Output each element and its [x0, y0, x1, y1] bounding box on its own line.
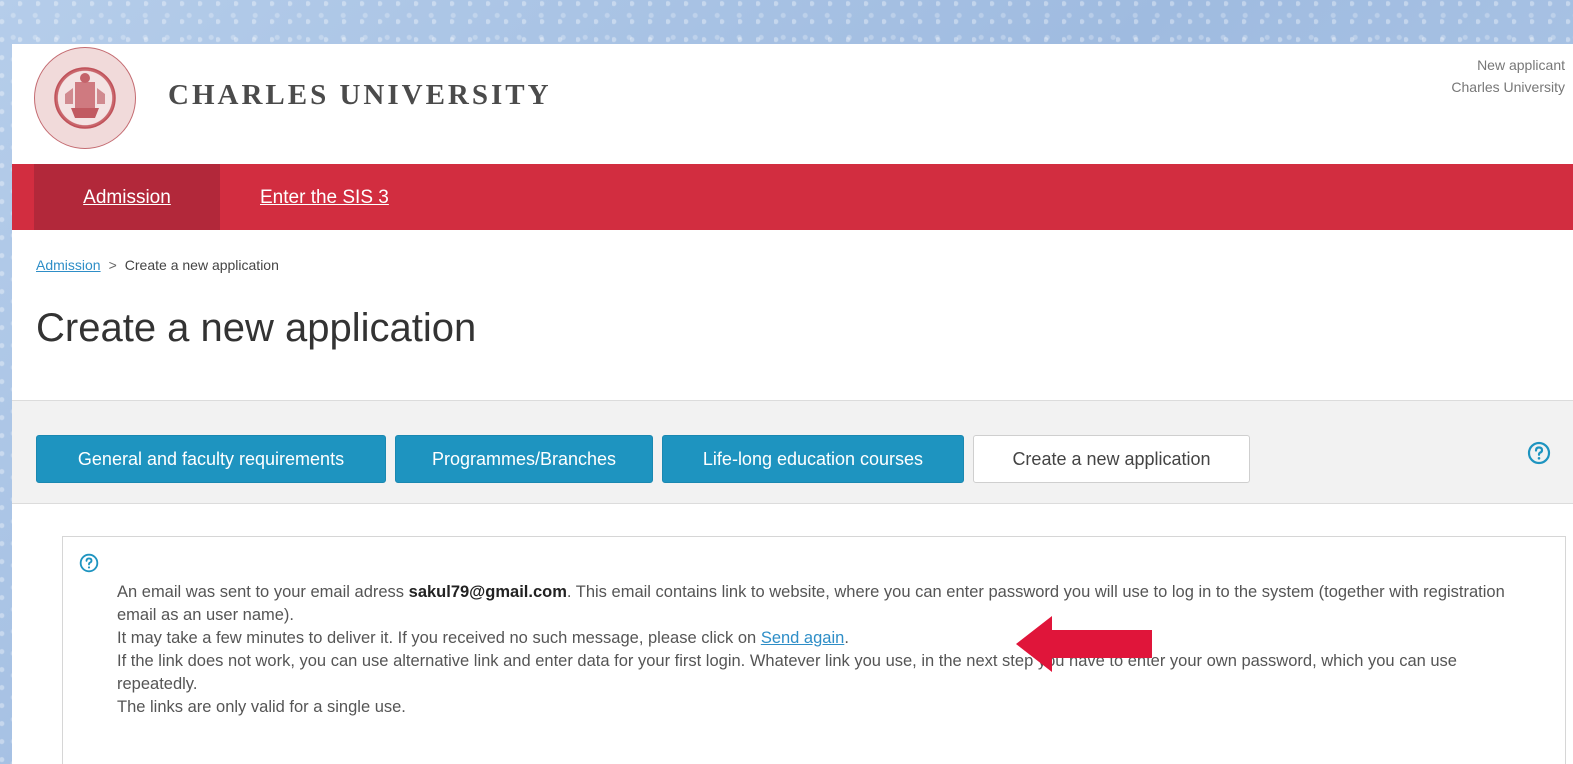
tab-programmes-branches[interactable]: Programmes/Branches: [395, 435, 653, 483]
info-message-box: An email was sent to your email adress s…: [62, 536, 1566, 764]
tab-create-application[interactable]: Create a new application: [973, 435, 1250, 483]
page-container: CHARLES UNIVERSITY New applicant Charles…: [12, 44, 1573, 764]
breadcrumb-admission-link[interactable]: Admission: [36, 257, 101, 273]
tab-life-long-education[interactable]: Life-long education courses: [662, 435, 964, 483]
tab-band: General and faculty requirements Program…: [12, 400, 1573, 504]
email-address: sakul79@gmail.com: [408, 583, 567, 601]
info-line-4: The links are only valid for a single us…: [117, 698, 406, 716]
university-name: CHARLES UNIVERSITY: [168, 79, 552, 111]
info-line-1: An email was sent to your email adress s…: [117, 581, 1537, 627]
info-message-text: An email was sent to your email adress s…: [117, 581, 1537, 719]
nav-item-admission[interactable]: Admission: [34, 164, 220, 230]
send-again-link[interactable]: Send again: [761, 629, 845, 647]
page-title: Create a new application: [36, 306, 477, 350]
breadcrumb-separator: >: [108, 257, 117, 273]
university-seal-icon[interactable]: [34, 47, 136, 149]
user-organization: Charles University: [1451, 79, 1565, 95]
info-line-2-prefix: It may take a few minutes to deliver it.…: [117, 629, 761, 647]
info-line-2: It may take a few minutes to deliver it.…: [117, 627, 1537, 650]
arrow-left-icon: [1016, 616, 1152, 672]
info-line-2-suffix: .: [844, 629, 849, 647]
breadcrumb: Admission > Create a new application: [36, 257, 279, 273]
info-line-1-prefix: An email was sent to your email adress: [117, 583, 409, 601]
breadcrumb-current: Create a new application: [124, 257, 279, 273]
user-role: New applicant: [1477, 57, 1565, 73]
question-circle-icon[interactable]: [1527, 441, 1551, 465]
question-circle-icon: [79, 553, 99, 573]
tab-general-requirements[interactable]: General and faculty requirements: [36, 435, 386, 483]
nav-item-enter-sis[interactable]: Enter the SIS 3: [260, 164, 389, 230]
main-nav: Admission Enter the SIS 3: [12, 164, 1573, 230]
header: CHARLES UNIVERSITY New applicant Charles…: [12, 44, 1573, 164]
info-line-3: If the link does not work, you can use a…: [117, 652, 1457, 693]
user-info: New applicant Charles University: [1451, 54, 1565, 98]
